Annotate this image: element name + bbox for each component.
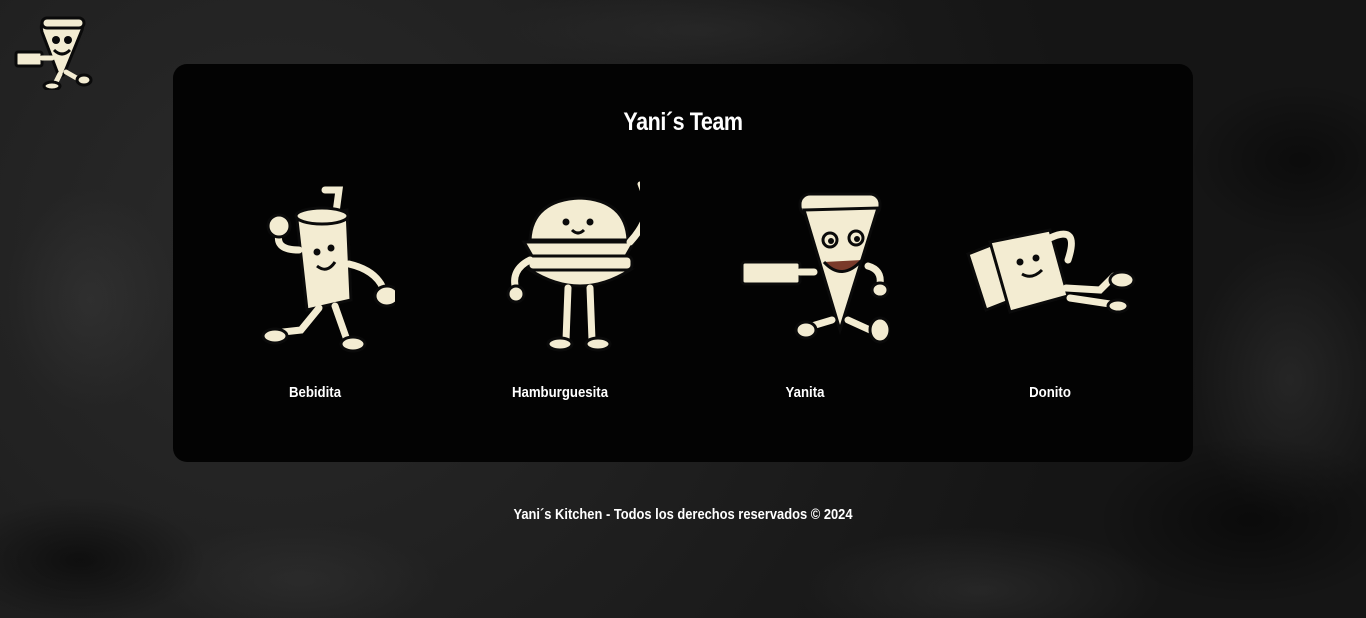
team-member-name: Donito — [1029, 384, 1071, 401]
team-title: Yani´s Team — [623, 108, 743, 136]
pizza-mascot-icon — [740, 192, 890, 344]
team-member-card: Hamburguesita — [455, 180, 665, 420]
team-member-card: Donito — [945, 180, 1155, 420]
pizza-mascot-icon — [14, 16, 93, 92]
team-member-card: Bebidita — [210, 180, 420, 420]
drink-mascot-icon — [261, 186, 395, 353]
team-member-name: Yanita — [785, 384, 825, 401]
pizza-box-mascot-icon — [966, 228, 1136, 314]
burger-mascot-icon — [506, 181, 640, 352]
team-member-name: Bebidita — [288, 384, 342, 401]
team-member-name: Hamburguesita — [511, 384, 609, 401]
team-member-card: Yanita — [700, 180, 910, 420]
footer-copyright: Yani´s Kitchen - Todos los derechos rese… — [513, 506, 853, 523]
logo-link[interactable] — [14, 14, 96, 92]
